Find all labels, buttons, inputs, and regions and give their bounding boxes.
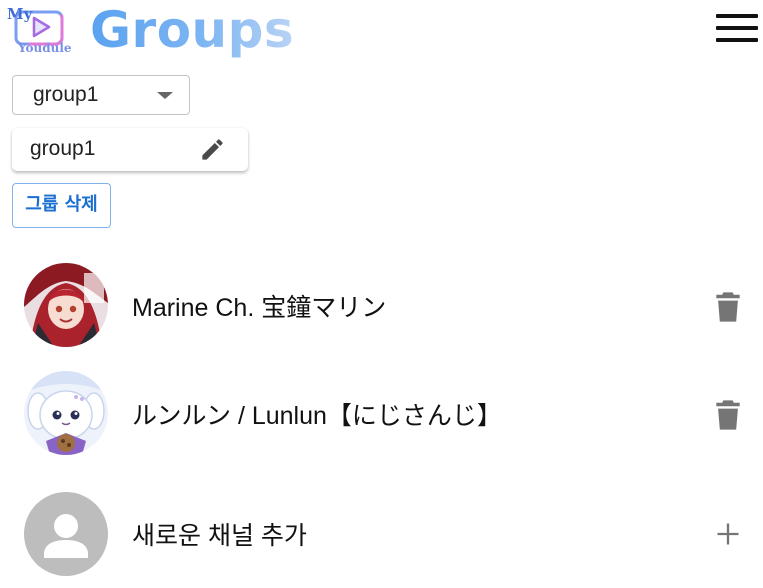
channel-name: ルンルン / Lunlun【にじさんじ】 [132,402,502,430]
person-icon [24,492,108,576]
group-name-field: group1 [12,128,248,171]
logo-text-youdule: Youdule [17,41,72,54]
plus-icon[interactable] [714,520,742,548]
trash-icon[interactable] [714,399,742,431]
logo-text-my: My [7,5,34,23]
page-title: Groups [90,0,294,62]
channel-avatar [24,263,108,347]
pencil-icon[interactable] [199,136,226,163]
dropdown-caret-icon [157,92,173,99]
group-name-value: group1 [30,137,96,160]
app-logo[interactable]: My Youdule [6,4,84,55]
trash-icon[interactable] [714,291,742,323]
app-header: My Youdule Groups [0,0,763,64]
channel-row: ルンルン / Lunlun【にじさんじ】 [0,363,763,463]
group-select[interactable]: group1 [12,75,190,115]
channel-row: Marine Ch. 宝鐘マリン [0,255,763,355]
hamburger-menu-icon[interactable] [716,14,758,46]
add-channel-label: 새로운 채널 추가 [132,522,307,550]
channel-avatar [24,371,108,455]
delete-group-button[interactable]: 그룹 삭제 [12,183,111,228]
group-select-value: group1 [33,83,99,106]
add-channel-row[interactable]: 새로운 채널 추가 [0,484,763,584]
channel-name: Marine Ch. 宝鐘マリン [132,294,387,322]
